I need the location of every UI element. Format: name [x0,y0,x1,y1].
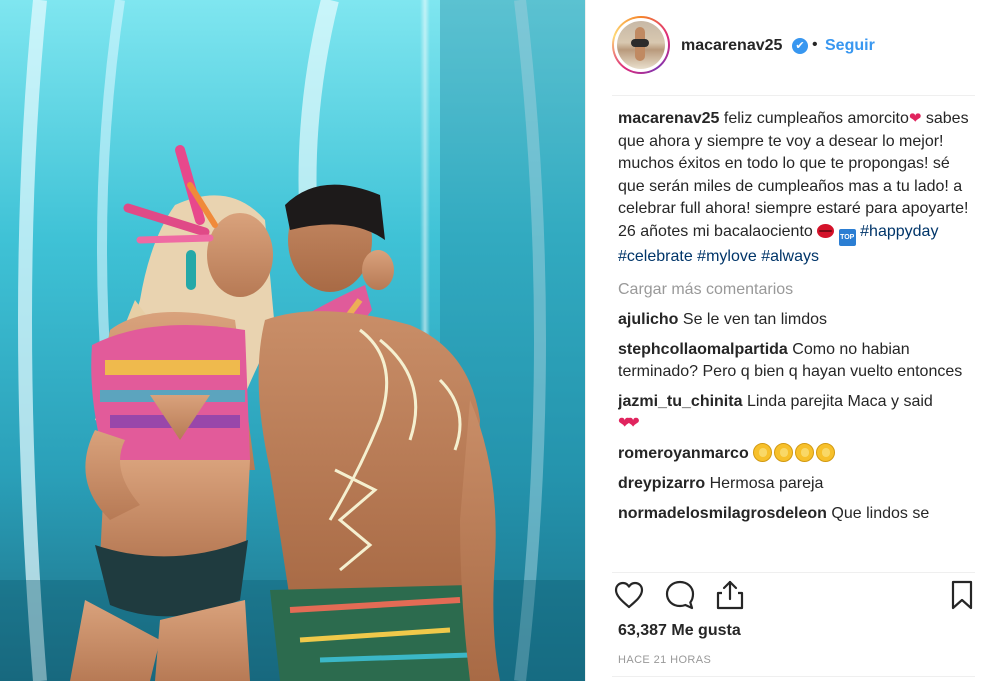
post-header: macarenav25 ✔ • Seguir [586,0,991,96]
comment-item: jazmi_tu_chinita Linda parejita Maca y s… [618,391,978,435]
post-caption: macarenav25 feliz cumpleaños amorcito❤ s… [618,108,978,269]
hashtag-link[interactable]: #always [761,248,819,265]
likes-count[interactable]: 63,387 Me gusta [618,622,741,640]
clapping-hands-emoji-icon [816,442,836,462]
like-button[interactable] [612,578,646,612]
caption-text-1: feliz cumpleaños amorcito [723,110,909,127]
header-divider [612,95,975,96]
post-timestamp[interactable]: HACE 21 HORAS [618,654,711,666]
comment-username[interactable]: dreypizarro [618,475,705,492]
load-more-comments-button[interactable]: Cargar más comentarios [618,279,978,301]
comment-username[interactable]: ajulicho [618,311,678,328]
comment-text: Se le ven tan limdos [682,310,827,328]
photo-scene [0,0,585,681]
separator-dot: • [812,36,818,53]
hashtag-link[interactable]: #mylove [697,248,757,265]
follow-button[interactable]: Seguir [825,37,875,55]
actions-divider [612,572,975,573]
comment-item: normadelosmilagrosdeleon Que lindos se [618,503,978,525]
caption-username[interactable]: macarenav25 [618,110,719,127]
hashtag-link[interactable]: #happyday [860,223,938,240]
kiss-lips-emoji-icon [817,223,835,238]
comment-username[interactable]: normadelosmilagrosdeleon [618,505,827,522]
verified-badge-icon: ✔ [792,38,808,54]
profile-avatar[interactable] [612,16,670,74]
comment-username[interactable]: stephcollaomalpartida [618,341,788,358]
comment-username[interactable]: romeroyanmarco [618,445,749,462]
comment-text: Hermosa pareja [709,474,824,492]
share-upload-icon [716,580,744,610]
clapping-hands-emoji-icon [795,442,815,462]
post-author-username[interactable]: macarenav25 [681,37,782,55]
clapping-hands-emoji-icon [753,442,773,462]
bookmark-icon [951,580,973,610]
comment-item: dreypizarro Hermosa pareja [618,473,978,495]
clapping-hands-emoji-icon [774,442,794,462]
comment-item: romeroyanmarco [618,442,978,465]
heart-emoji-icon: ❤ [908,110,922,127]
comment-text: Que lindos se [831,504,930,522]
post-sidebar: macarenav25 ✔ • Seguir macarenav25 feliz… [585,0,991,681]
share-button[interactable] [713,578,747,612]
comment-button[interactable] [663,578,697,612]
heart-outline-icon [614,581,644,609]
speech-bubble-icon [665,580,695,610]
save-button[interactable] [945,578,979,612]
bottom-divider [612,676,975,677]
comments-list[interactable]: macarenav25 feliz cumpleaños amorcito❤ s… [618,108,978,566]
comment-text: Linda parejita Maca y said [746,392,933,410]
hashtag-link[interactable]: #celebrate [618,248,693,265]
hearts-emoji-icon: ❤❤ [618,414,640,432]
comment-username[interactable]: jazmi_tu_chinita [618,393,742,410]
post-photo[interactable] [0,0,585,681]
comment-item: stephcollaomalpartida Como no habian ter… [618,339,978,383]
caption-text-2: sabes que ahora y siempre te voy a desea… [618,110,969,240]
top-arrow-emoji-icon: TOP [838,228,856,246]
comment-item: ajulicho Se le ven tan limdos [618,309,978,331]
